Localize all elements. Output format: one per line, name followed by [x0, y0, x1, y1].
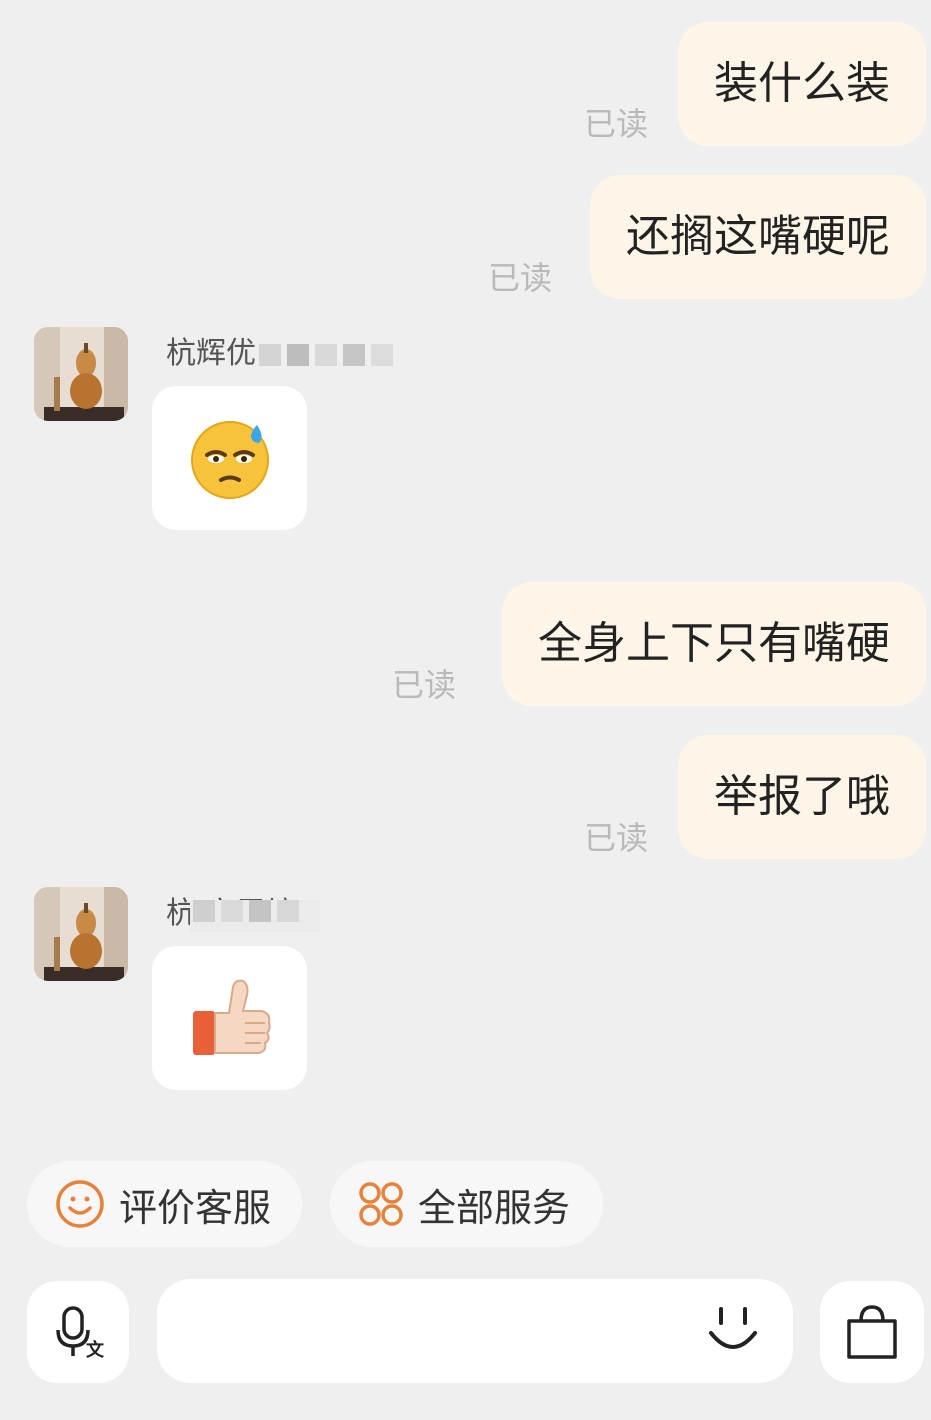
microphone-text-icon: 文	[56, 1306, 105, 1361]
thumbs-up-icon	[192, 979, 271, 1055]
message-text: 全身上下只有嘴硬	[538, 618, 890, 669]
voice-to-text-button[interactable]: 文	[27, 1281, 129, 1383]
sender-name-redaction	[190, 900, 320, 932]
sender-name: 杭辉优	[166, 336, 396, 372]
avatar[interactable]	[34, 327, 128, 421]
message-input[interactable]	[187, 1300, 711, 1362]
read-status: 已读	[392, 666, 457, 704]
downcast-face-with-sweat-icon	[190, 421, 269, 499]
shopping-bag-icon	[847, 1305, 897, 1359]
gourd-avatar-image	[34, 887, 128, 981]
message-text: 还搁这嘴硬呢	[626, 211, 890, 262]
svg-text:文: 文	[86, 1339, 105, 1361]
outgoing-message-bubble[interactable]: 装什么装	[678, 22, 926, 146]
message-text: 举报了哦	[714, 771, 890, 822]
all-services-label: 全部服务	[418, 1185, 571, 1230]
rate-service-button[interactable]: 评价客服	[27, 1161, 302, 1247]
smiley-icon	[55, 1179, 105, 1229]
message-input-box[interactable]	[157, 1279, 793, 1383]
read-status: 已读	[584, 105, 649, 143]
avatar[interactable]	[34, 887, 128, 981]
emoji-message[interactable]	[152, 386, 307, 530]
message-text: 装什么装	[714, 58, 890, 109]
emoji-message[interactable]	[152, 946, 307, 1090]
shop-bag-button[interactable]	[820, 1281, 924, 1383]
outgoing-message-bubble[interactable]: 全身上下只有嘴硬	[502, 582, 926, 706]
outgoing-message-bubble[interactable]: 还搁这嘴硬呢	[590, 175, 926, 299]
read-status: 已读	[488, 259, 553, 297]
gourd-avatar-image	[34, 327, 128, 421]
all-services-button[interactable]: 全部服务	[330, 1161, 603, 1247]
emoji-picker-icon[interactable]	[705, 1305, 761, 1361]
grid-services-icon	[358, 1181, 404, 1227]
rate-service-label: 评价客服	[119, 1185, 272, 1230]
outgoing-message-bubble[interactable]: 举报了哦	[678, 735, 926, 859]
read-status: 已读	[584, 819, 649, 857]
